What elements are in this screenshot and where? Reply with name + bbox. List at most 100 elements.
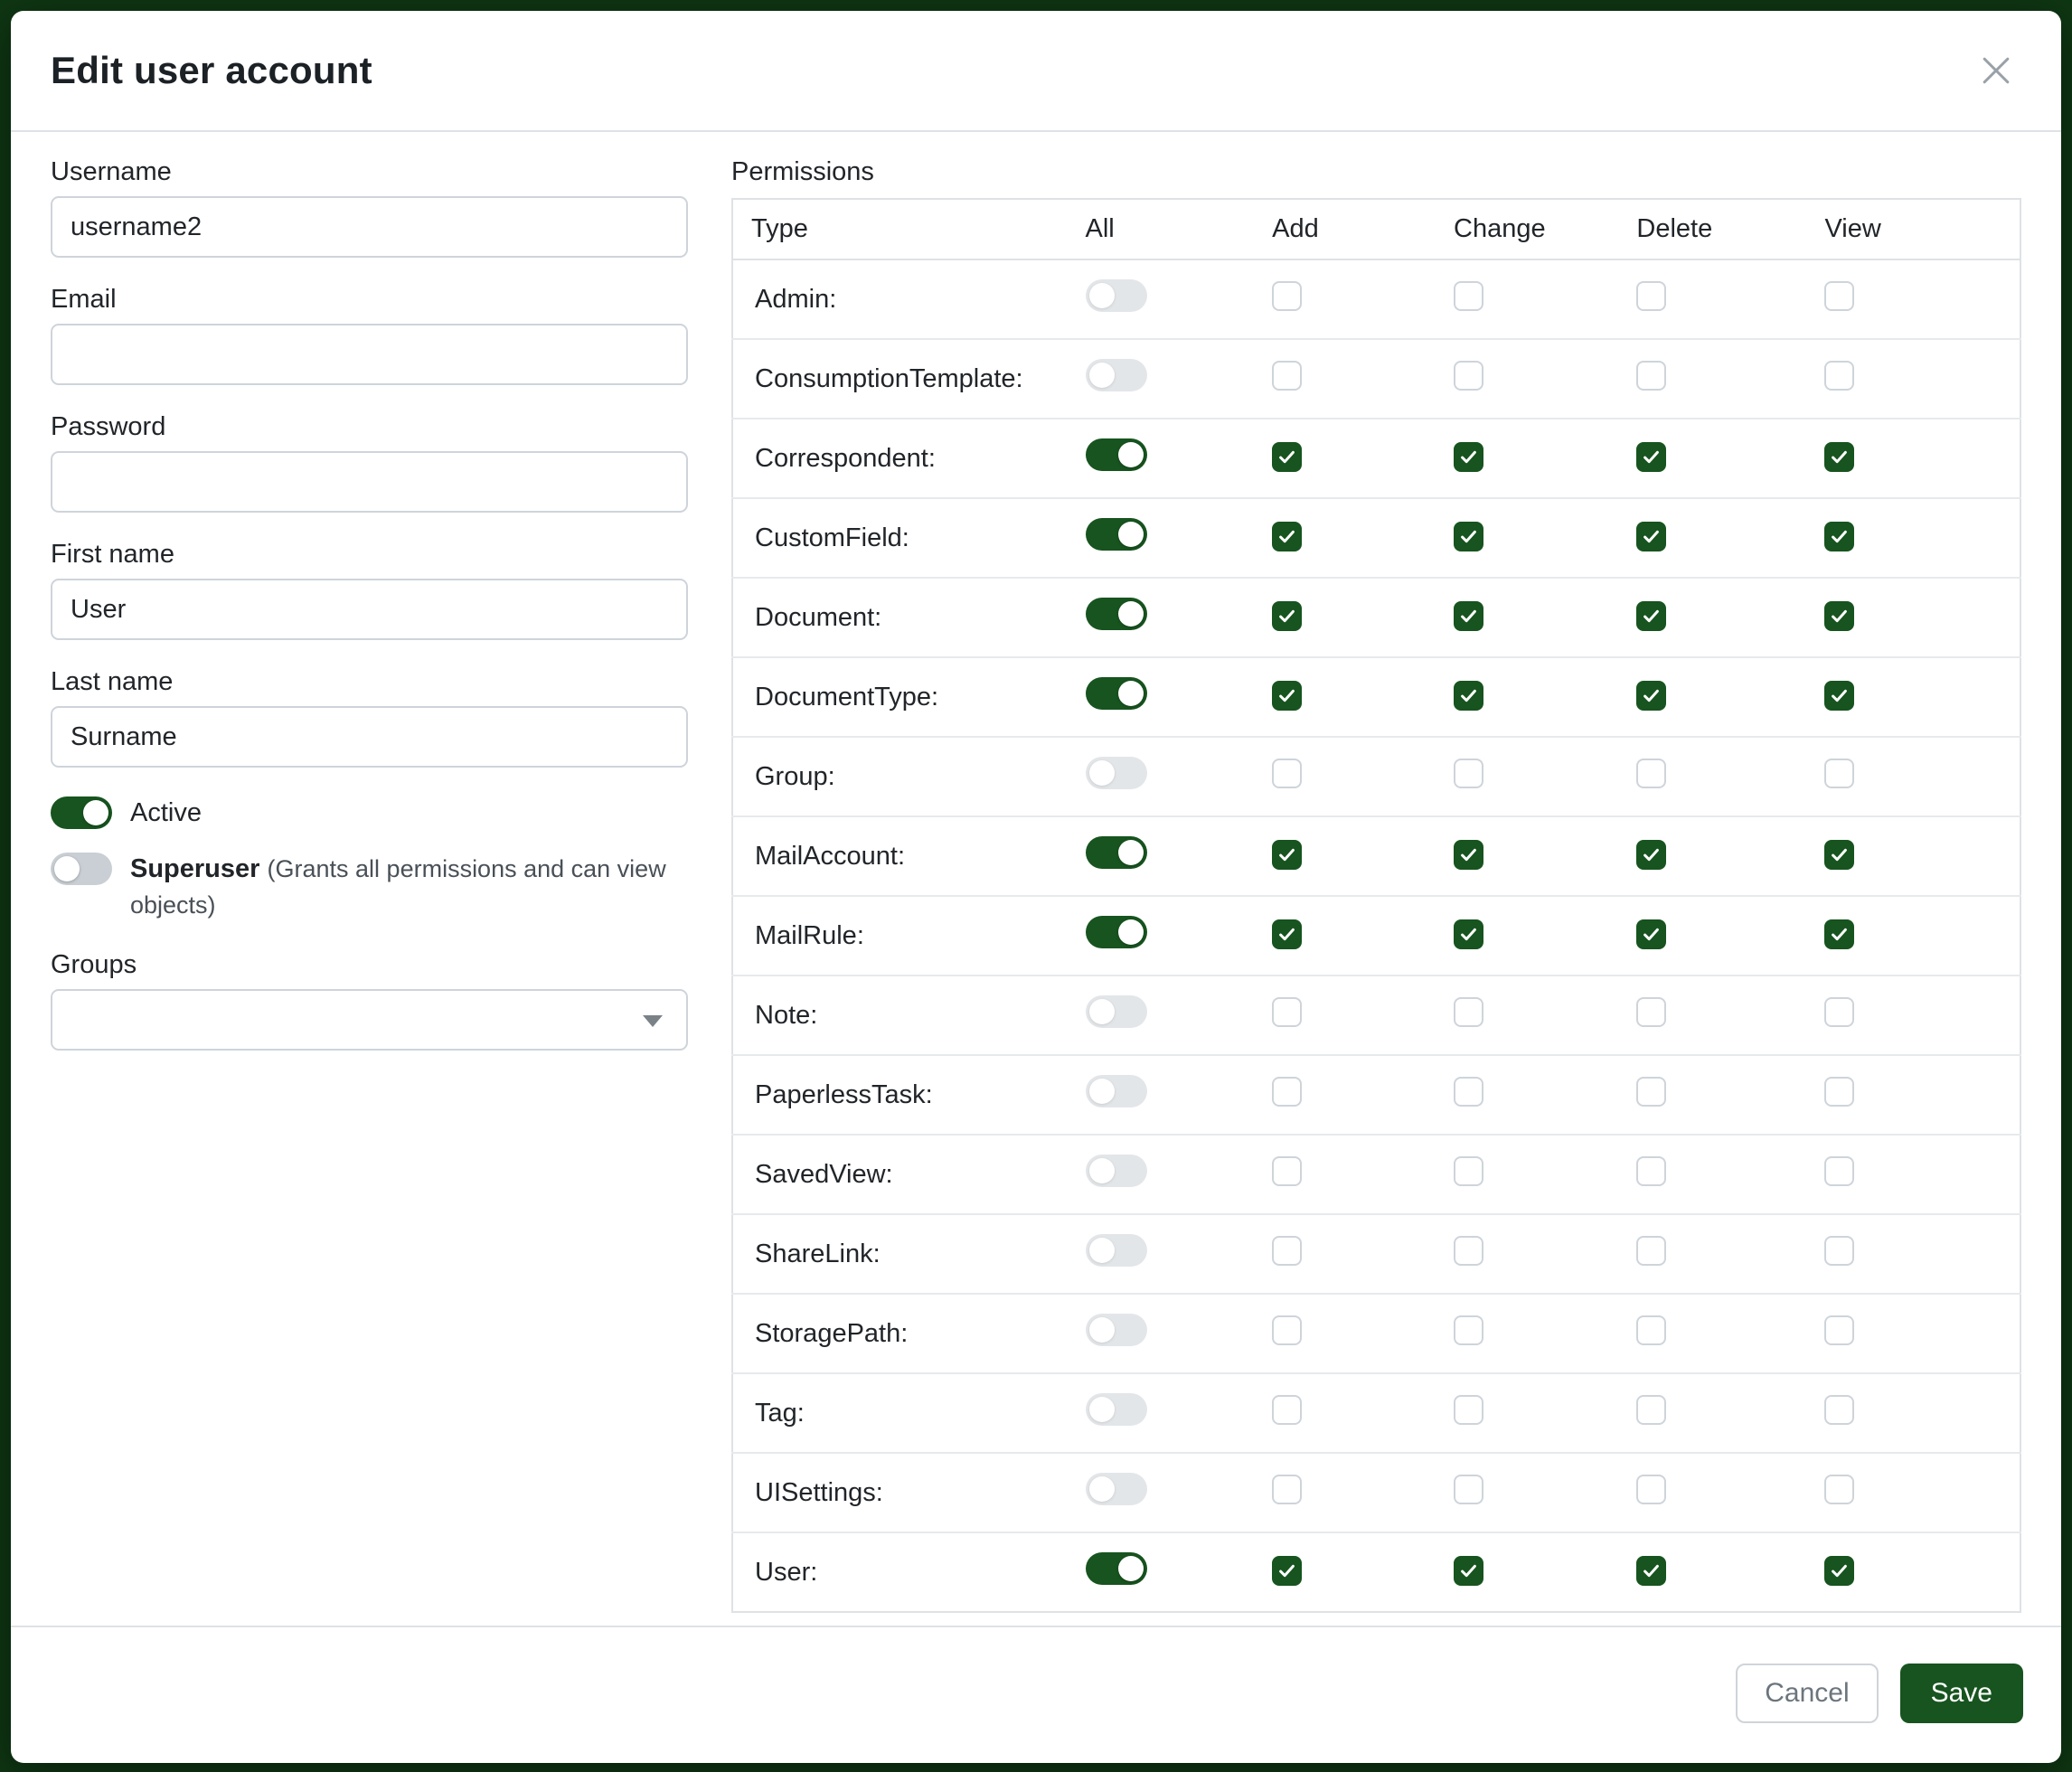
save-button[interactable]: Save <box>1900 1664 2023 1723</box>
permission-delete-checkbox[interactable] <box>1636 1475 1666 1504</box>
permission-view-checkbox[interactable] <box>1824 1236 1854 1266</box>
permission-all-toggle[interactable] <box>1086 359 1147 391</box>
permission-change-checkbox[interactable] <box>1454 919 1483 949</box>
permission-add-checkbox[interactable] <box>1272 281 1302 311</box>
permission-add-checkbox[interactable] <box>1272 1395 1302 1425</box>
permission-delete-checkbox[interactable] <box>1636 601 1666 631</box>
permission-all-toggle[interactable] <box>1086 518 1147 551</box>
permission-change-checkbox[interactable] <box>1454 1475 1483 1504</box>
permission-change-checkbox[interactable] <box>1454 997 1483 1027</box>
permission-add-checkbox[interactable] <box>1272 1315 1302 1345</box>
username-input[interactable] <box>51 196 688 258</box>
permission-view-checkbox[interactable] <box>1824 1156 1854 1186</box>
permission-view-checkbox[interactable] <box>1824 840 1854 870</box>
close-button[interactable] <box>1971 45 2021 96</box>
permission-type-label: SavedView: <box>732 1135 1068 1214</box>
permission-all-toggle[interactable] <box>1086 1473 1147 1505</box>
permission-row: CustomField: <box>732 498 2020 578</box>
permission-view-checkbox[interactable] <box>1824 1077 1854 1107</box>
permission-view-checkbox[interactable] <box>1824 997 1854 1027</box>
permission-all-toggle[interactable] <box>1086 438 1147 471</box>
permission-all-toggle[interactable] <box>1086 836 1147 869</box>
permission-change-checkbox[interactable] <box>1454 681 1483 711</box>
active-toggle[interactable] <box>51 796 112 829</box>
permission-change-checkbox[interactable] <box>1454 1556 1483 1586</box>
permission-delete-checkbox[interactable] <box>1636 919 1666 949</box>
permission-change-checkbox[interactable] <box>1454 1236 1483 1266</box>
permission-change-checkbox[interactable] <box>1454 1077 1483 1107</box>
permission-delete-checkbox[interactable] <box>1636 361 1666 391</box>
superuser-toggle[interactable] <box>51 853 112 885</box>
permission-delete-checkbox[interactable] <box>1636 840 1666 870</box>
permission-change-checkbox[interactable] <box>1454 1315 1483 1345</box>
permission-add-checkbox[interactable] <box>1272 919 1302 949</box>
permission-all-toggle[interactable] <box>1086 1234 1147 1267</box>
permission-add-checkbox[interactable] <box>1272 442 1302 472</box>
permission-view-checkbox[interactable] <box>1824 1395 1854 1425</box>
permission-all-toggle[interactable] <box>1086 677 1147 710</box>
permission-add-checkbox[interactable] <box>1272 840 1302 870</box>
permission-view-checkbox[interactable] <box>1824 1556 1854 1586</box>
permission-delete-checkbox[interactable] <box>1636 681 1666 711</box>
email-input[interactable] <box>51 324 688 385</box>
permission-add-checkbox[interactable] <box>1272 1556 1302 1586</box>
permission-all-toggle[interactable] <box>1086 598 1147 630</box>
permission-add-checkbox[interactable] <box>1272 681 1302 711</box>
permission-all-toggle[interactable] <box>1086 279 1147 312</box>
permission-add-checkbox[interactable] <box>1272 522 1302 551</box>
permission-delete-checkbox[interactable] <box>1636 1156 1666 1186</box>
permission-add-checkbox[interactable] <box>1272 997 1302 1027</box>
permission-add-checkbox[interactable] <box>1272 759 1302 788</box>
permission-delete-checkbox[interactable] <box>1636 522 1666 551</box>
permission-all-toggle[interactable] <box>1086 1314 1147 1346</box>
cancel-button[interactable]: Cancel <box>1736 1664 1878 1723</box>
permission-delete-checkbox[interactable] <box>1636 1077 1666 1107</box>
permission-view-checkbox[interactable] <box>1824 442 1854 472</box>
permission-delete-checkbox[interactable] <box>1636 997 1666 1027</box>
permission-change-checkbox[interactable] <box>1454 281 1483 311</box>
permission-delete-checkbox[interactable] <box>1636 1395 1666 1425</box>
permission-change-checkbox[interactable] <box>1454 361 1483 391</box>
permission-add-checkbox[interactable] <box>1272 1077 1302 1107</box>
permission-all-toggle[interactable] <box>1086 757 1147 789</box>
permission-view-checkbox[interactable] <box>1824 1315 1854 1345</box>
permission-view-checkbox[interactable] <box>1824 361 1854 391</box>
permission-delete-checkbox[interactable] <box>1636 1315 1666 1345</box>
permission-view-checkbox[interactable] <box>1824 601 1854 631</box>
first-name-group: First name <box>51 540 688 640</box>
permission-view-checkbox[interactable] <box>1824 522 1854 551</box>
permission-view-checkbox[interactable] <box>1824 919 1854 949</box>
permission-add-checkbox[interactable] <box>1272 1236 1302 1266</box>
permission-delete-checkbox[interactable] <box>1636 281 1666 311</box>
permission-all-toggle[interactable] <box>1086 1155 1147 1187</box>
permission-change-checkbox[interactable] <box>1454 1156 1483 1186</box>
permission-add-checkbox[interactable] <box>1272 1475 1302 1504</box>
permission-all-toggle[interactable] <box>1086 1552 1147 1585</box>
permission-all-toggle[interactable] <box>1086 916 1147 948</box>
permission-add-checkbox[interactable] <box>1272 601 1302 631</box>
groups-select[interactable] <box>51 989 688 1051</box>
permission-change-checkbox[interactable] <box>1454 759 1483 788</box>
permission-change-checkbox[interactable] <box>1454 442 1483 472</box>
permission-view-checkbox[interactable] <box>1824 1475 1854 1504</box>
permission-change-checkbox[interactable] <box>1454 1395 1483 1425</box>
permission-view-checkbox[interactable] <box>1824 681 1854 711</box>
permission-view-checkbox[interactable] <box>1824 759 1854 788</box>
permission-change-checkbox[interactable] <box>1454 601 1483 631</box>
permission-all-toggle[interactable] <box>1086 995 1147 1028</box>
last-name-input[interactable] <box>51 706 688 768</box>
permission-delete-checkbox[interactable] <box>1636 442 1666 472</box>
permission-delete-checkbox[interactable] <box>1636 1556 1666 1586</box>
permission-view-checkbox[interactable] <box>1824 281 1854 311</box>
permission-change-checkbox[interactable] <box>1454 522 1483 551</box>
toggle-knob <box>54 856 80 881</box>
permission-add-checkbox[interactable] <box>1272 1156 1302 1186</box>
permission-change-checkbox[interactable] <box>1454 840 1483 870</box>
password-input[interactable] <box>51 451 688 513</box>
permission-all-toggle[interactable] <box>1086 1075 1147 1108</box>
first-name-input[interactable] <box>51 579 688 640</box>
permission-all-toggle[interactable] <box>1086 1393 1147 1426</box>
permission-add-checkbox[interactable] <box>1272 361 1302 391</box>
permission-delete-checkbox[interactable] <box>1636 759 1666 788</box>
permission-delete-checkbox[interactable] <box>1636 1236 1666 1266</box>
